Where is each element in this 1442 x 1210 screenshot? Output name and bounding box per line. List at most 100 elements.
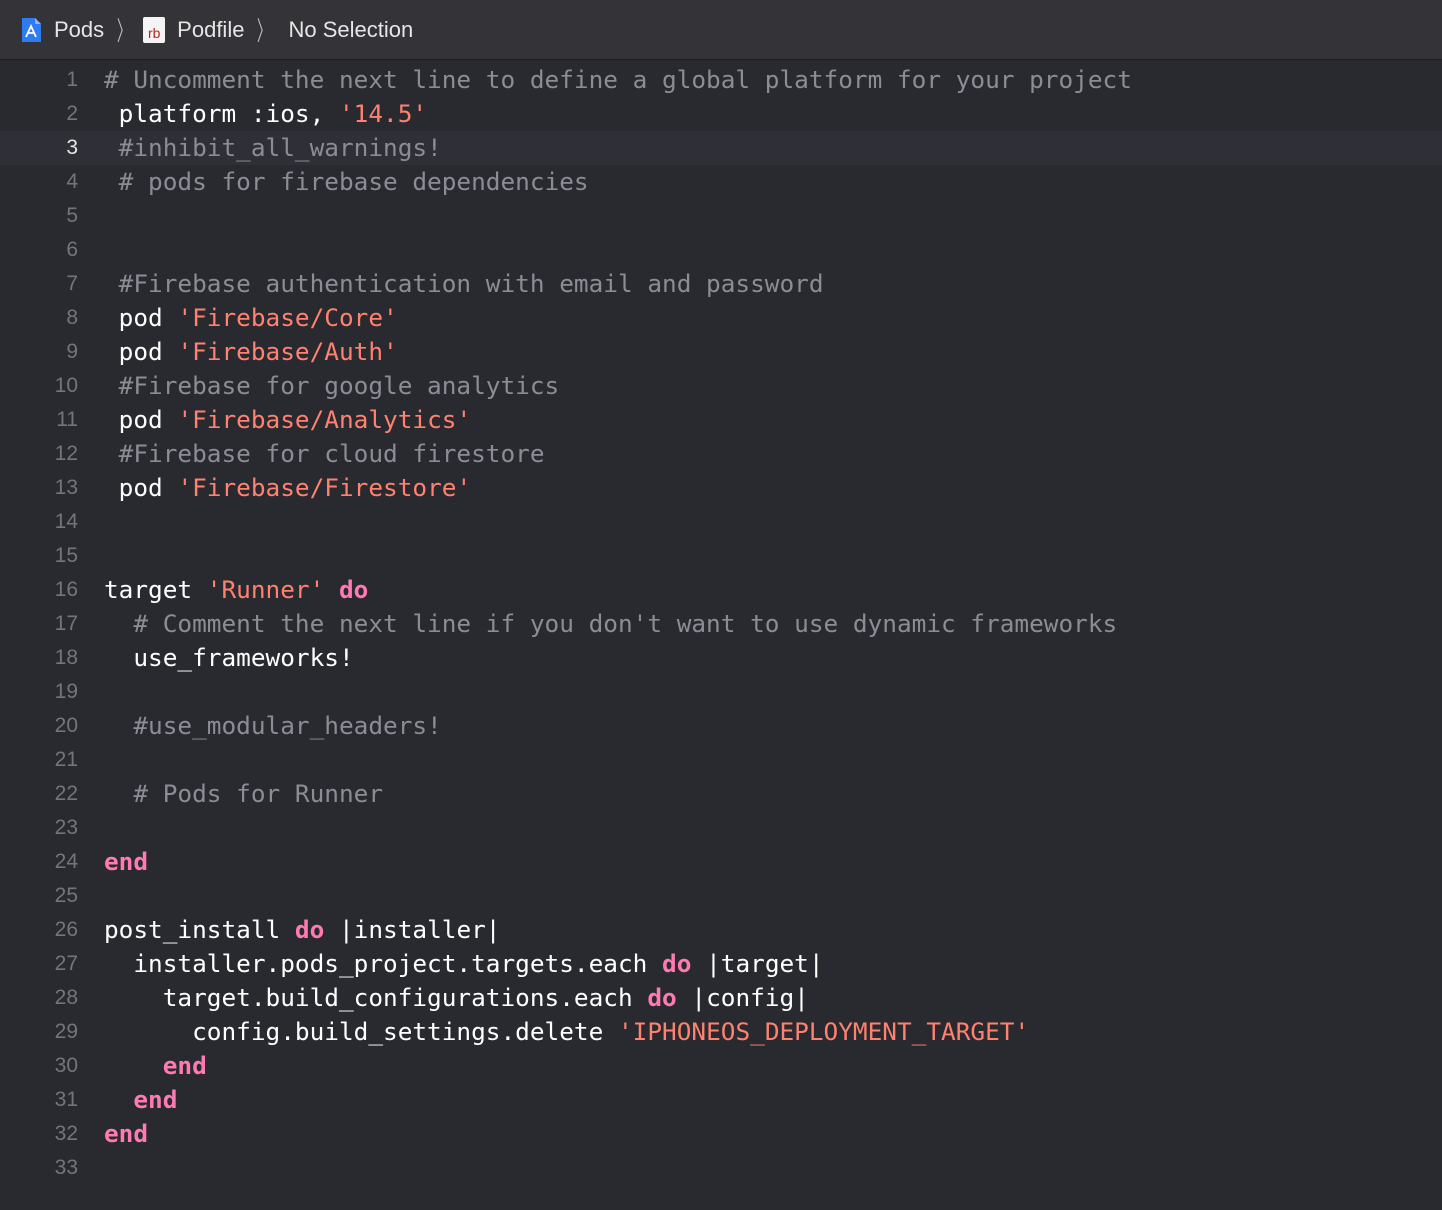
line-number: 27	[54, 952, 78, 975]
code-line[interactable]: 4 # pods for firebase dependencies	[0, 165, 1442, 199]
code-line[interactable]: 7 #Firebase authentication with email an…	[0, 267, 1442, 301]
code-token-plain: |installer|	[324, 915, 501, 944]
code-text: pod 'Firebase/Analytics'	[104, 403, 471, 437]
line-number: 33	[54, 1156, 78, 1179]
code-line[interactable]: 25	[0, 879, 1442, 913]
line-number: 5	[66, 204, 78, 227]
code-text: pod 'Firebase/Auth'	[104, 335, 398, 369]
code-text: target.build_configurations.each do |con…	[104, 981, 809, 1015]
line-number: 6	[66, 238, 78, 261]
line-number: 1	[66, 68, 78, 91]
line-number: 9	[66, 340, 78, 363]
line-number: 18	[54, 646, 78, 669]
code-token-comment: # pods for firebase dependencies	[104, 167, 589, 196]
code-text: #Firebase for google analytics	[104, 369, 560, 403]
code-text: end	[104, 845, 148, 879]
code-token-comment: # Comment the next line if you don't wan…	[104, 609, 1118, 638]
code-token-keyword: end	[133, 1085, 178, 1114]
line-number: 29	[54, 1020, 78, 1043]
code-line[interactable]: 26 post_install do |installer|	[0, 913, 1442, 947]
code-line[interactable]: 24 end	[0, 845, 1442, 879]
chevron-right-icon: 〉	[117, 16, 132, 46]
breadcrumb-podfile[interactable]: rb Podfile	[143, 16, 245, 43]
line-number: 32	[54, 1122, 78, 1145]
line-number: 14	[54, 510, 78, 533]
code-line[interactable]: 17 # Comment the next line if you don't …	[0, 607, 1442, 641]
breadcrumb-label: Podfile	[177, 16, 245, 42]
code-token-keyword: end	[104, 847, 149, 876]
code-line[interactable]: 16 target 'Runner' do	[0, 573, 1442, 607]
code-line[interactable]: 27 installer.pods_project.targets.each d…	[0, 947, 1442, 981]
code-text: # Uncomment the next line to define a gl…	[104, 63, 1132, 97]
code-line[interactable]: 32 end	[0, 1117, 1442, 1151]
code-token-comment: #Firebase authentication with email and …	[104, 269, 824, 298]
code-text: pod 'Firebase/Firestore'	[104, 471, 471, 505]
code-text: #use_modular_headers!	[104, 709, 442, 743]
code-line[interactable]: 21	[0, 743, 1442, 777]
code-line[interactable]: 9 pod 'Firebase/Auth'	[0, 335, 1442, 369]
code-line[interactable]: 5	[0, 199, 1442, 233]
line-number: 23	[54, 816, 78, 839]
line-number: 16	[54, 578, 78, 601]
breadcrumb-selection[interactable]: No Selection	[288, 17, 413, 43]
code-line[interactable]: 15	[0, 539, 1442, 573]
code-line[interactable]: 31 end	[0, 1083, 1442, 1117]
source-editor[interactable]: 1 # Uncomment the next line to define a g…	[0, 60, 1442, 1210]
code-token-comment: #use_modular_headers!	[104, 711, 442, 740]
code-text: #inhibit_all_warnings!	[104, 131, 442, 165]
code-line[interactable]: 20 #use_modular_headers!	[0, 709, 1442, 743]
code-line[interactable]: 8 pod 'Firebase/Core'	[0, 301, 1442, 335]
code-token-comment: #Firebase for google analytics	[104, 371, 560, 400]
line-number: 31	[54, 1088, 78, 1111]
code-line[interactable]: 28 target.build_configurations.each do |…	[0, 981, 1442, 1015]
code-line[interactable]: 30 end	[0, 1049, 1442, 1083]
code-text: # Comment the next line if you don't wan…	[104, 607, 1117, 641]
xcode-window: Pods 〉 rb Podfile 〉 No Selection 1 # Unco…	[0, 0, 1442, 1210]
code-token-string: 'Firebase/Analytics'	[177, 405, 472, 434]
line-number: 22	[54, 782, 78, 805]
code-token-string: 'Firebase/Firestore'	[177, 473, 472, 502]
code-line[interactable]: 2 platform :ios, '14.5'	[0, 97, 1442, 131]
code-token-string: 'Firebase/Auth'	[177, 337, 398, 366]
code-token-plain: platform :ios,	[104, 99, 339, 128]
code-line[interactable]: 33	[0, 1151, 1442, 1185]
xcode-project-icon	[20, 17, 42, 43]
code-line[interactable]: 10 #Firebase for google analytics	[0, 369, 1442, 403]
breadcrumb-pods[interactable]: Pods	[20, 17, 104, 43]
code-token-string: '14.5'	[338, 99, 428, 128]
code-token-plain: post_install	[104, 915, 295, 944]
code-line[interactable]: 3 #inhibit_all_warnings!	[0, 131, 1442, 165]
code-line[interactable]: 14	[0, 505, 1442, 539]
code-token-plain: |target|	[691, 949, 824, 978]
code-text: config.build_settings.delete 'IPHONEOS_D…	[104, 1015, 1029, 1049]
code-token-plain: use_frameworks!	[104, 643, 354, 672]
line-number: 11	[56, 408, 78, 431]
line-number: 12	[54, 442, 78, 465]
line-number: 20	[54, 714, 78, 737]
code-token-string: 'Runner'	[206, 575, 325, 604]
code-line[interactable]: 13 pod 'Firebase/Firestore'	[0, 471, 1442, 505]
line-number: 17	[54, 612, 78, 635]
code-token-keyword: do	[647, 983, 677, 1012]
code-line[interactable]: 19	[0, 675, 1442, 709]
code-line[interactable]: 23	[0, 811, 1442, 845]
code-text: end	[104, 1049, 207, 1083]
chevron-right-icon: 〉	[257, 16, 272, 46]
code-line[interactable]: 12 #Firebase for cloud firestore	[0, 437, 1442, 471]
code-text: #Firebase for cloud firestore	[104, 437, 545, 471]
code-line[interactable]: 22 # Pods for Runner	[0, 777, 1442, 811]
line-number: 15	[54, 544, 78, 567]
code-line[interactable]: 11 pod 'Firebase/Analytics'	[0, 403, 1442, 437]
code-token-comment: # Pods for Runner	[104, 779, 384, 808]
code-token-keyword: do	[294, 915, 325, 944]
code-text: pod 'Firebase/Core'	[104, 301, 398, 335]
code-token-keyword: end	[162, 1051, 207, 1080]
code-line[interactable]: 18 use_frameworks!	[0, 641, 1442, 675]
code-token-plain: target.build_configurations.each	[104, 983, 648, 1012]
code-token-string: 'IPHONEOS_DEPLOYMENT_TARGET'	[617, 1017, 1030, 1046]
code-line[interactable]: 29 config.build_settings.delete 'IPHONEO…	[0, 1015, 1442, 1049]
code-line[interactable]: 6	[0, 233, 1442, 267]
code-line[interactable]: 1 # Uncomment the next line to define a g…	[0, 63, 1442, 97]
line-number: 7	[66, 272, 78, 295]
code-text: end	[104, 1117, 148, 1151]
